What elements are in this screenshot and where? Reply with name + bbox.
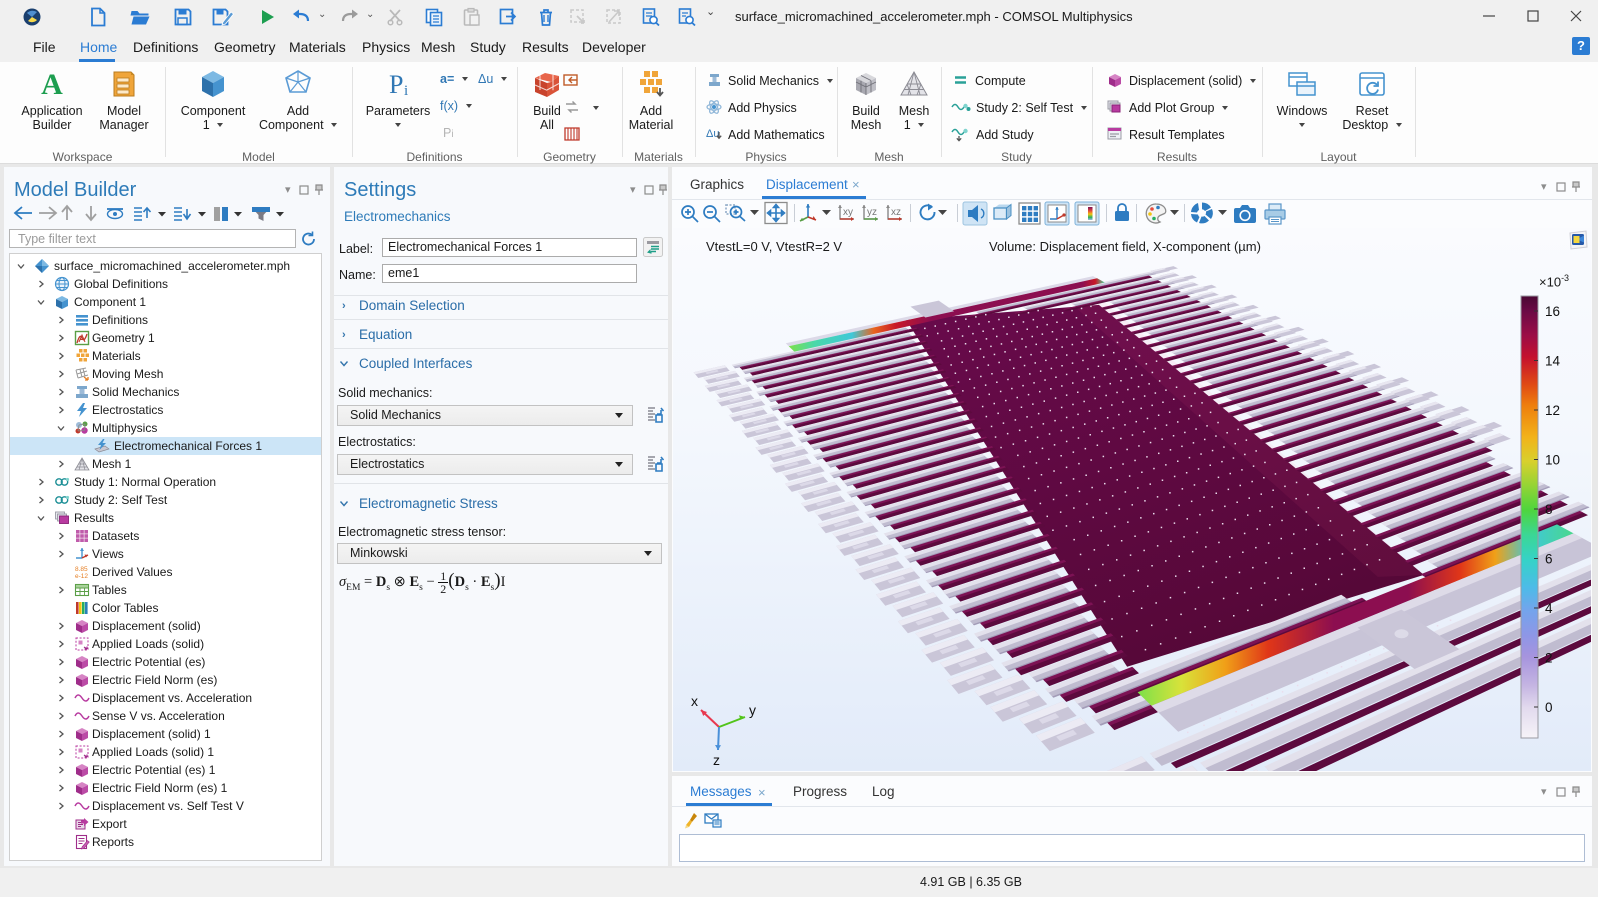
svg-text:6: 6	[1545, 552, 1553, 567]
svg-text:i: i	[404, 83, 408, 99]
svg-text:y: y	[749, 702, 756, 718]
svg-text:z: z	[713, 752, 720, 768]
svg-text:2: 2	[1545, 651, 1553, 666]
svg-text:0: 0	[1545, 700, 1553, 715]
svg-text:yz: yz	[867, 207, 877, 218]
svg-text:P: P	[389, 70, 403, 99]
svg-text:14: 14	[1545, 354, 1561, 369]
svg-text:A: A	[41, 68, 63, 100]
svg-text:4: 4	[1545, 601, 1553, 616]
svg-text:xy: xy	[843, 207, 853, 218]
svg-text:8: 8	[1545, 502, 1553, 517]
svg-text:x: x	[691, 693, 698, 709]
svg-text:xz: xz	[891, 207, 901, 218]
svg-text:16: 16	[1545, 304, 1560, 319]
svg-text:10: 10	[1545, 453, 1560, 468]
svg-text:12: 12	[1545, 403, 1560, 418]
svg-text:Δu: Δu	[706, 128, 719, 140]
